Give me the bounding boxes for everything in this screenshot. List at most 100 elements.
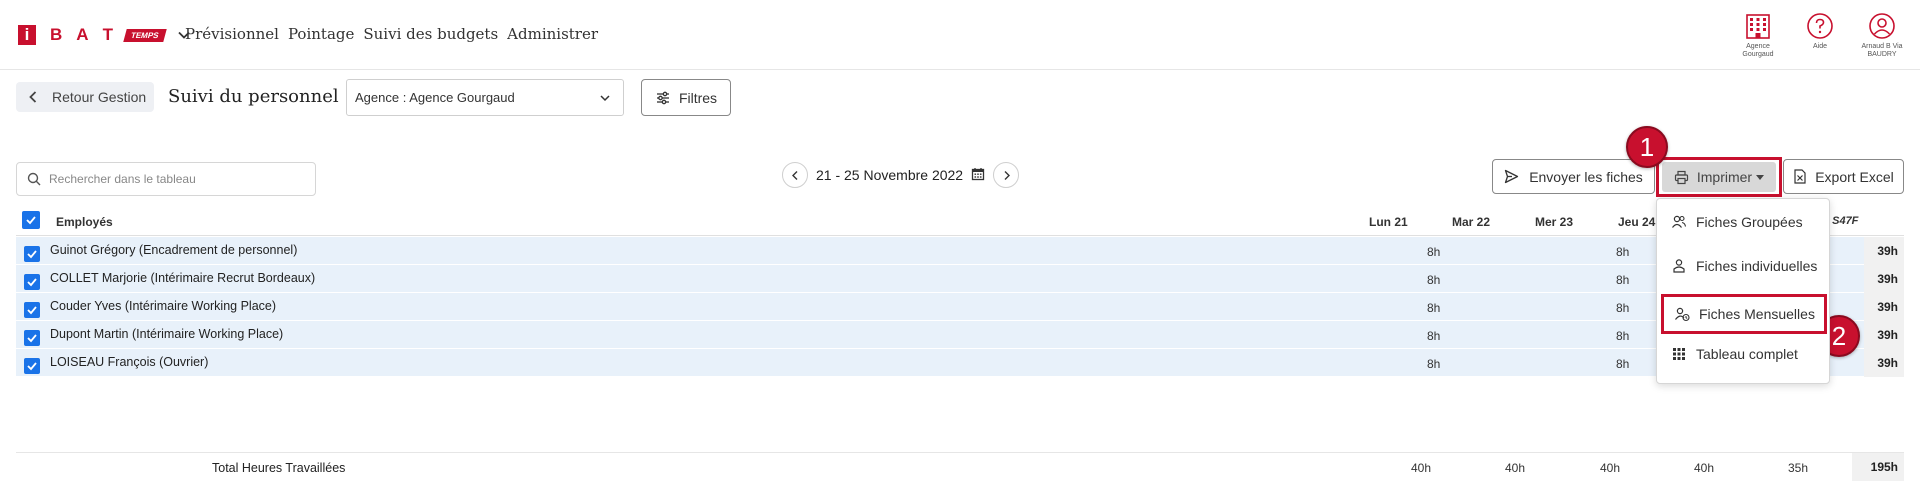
grand-total: 195h [1852,453,1904,481]
nav-suivi-budgets[interactable]: Suivi des budgets [363,25,498,43]
employee-name: Dupont Martin (Intérimaire Working Place… [50,327,284,341]
nav-previsionnel[interactable]: Prévisionnel [185,25,279,43]
step-badge-1: 1 [1626,126,1668,168]
check-icon [27,278,37,287]
user-icon [1869,13,1895,39]
hours-mon: 8h [1427,301,1441,315]
calendar-button[interactable] [971,167,985,184]
hours-mon: 8h [1427,357,1441,371]
prev-week-button[interactable] [782,162,808,188]
total-fri: 35h [1788,461,1809,475]
menu-fiches-groupees[interactable]: Fiches Groupées [1671,214,1803,230]
hours-thu: 8h [1616,273,1630,287]
hours-thu: 8h [1616,357,1630,371]
employee-name: Guinot Grégory (Encadrement de personnel… [50,243,298,257]
col-wed: Mer 23 [1535,215,1574,229]
total-mon: 40h [1411,461,1432,475]
hours-thu: 8h [1616,301,1630,315]
back-label: Retour Gestion [52,89,147,105]
agency-select-value: Agence : Agence Gourgaud [355,90,515,105]
user-clock-icon [1675,307,1690,322]
hours-total: 39h [1877,300,1898,314]
users-icon [1672,215,1687,228]
search-input[interactable] [49,172,289,186]
hours-mon: 8h [1427,273,1441,287]
printer-icon [1674,170,1688,184]
table-search[interactable] [16,162,316,196]
table-row[interactable]: Guinot Grégory (Encadrement de personnel… [16,237,1904,265]
agency-button[interactable]: Agence Gourgaud [1736,12,1780,59]
table-row[interactable]: LOISEAU François (Ouvrier) 8h 8h 39h [16,349,1904,377]
menu-label: Fiches Mensuelles [1699,306,1815,322]
row-checkbox[interactable] [24,274,40,290]
employee-name: Couder Yves (Intérimaire Working Place) [50,299,277,313]
send-icon [1505,169,1519,184]
excel-file-icon [1794,169,1806,184]
total-hours-label: Total Heures Travaillées [212,461,346,475]
nav-pointage[interactable]: Pointage [288,25,354,43]
employee-name: COLLET Marjorie (Intérimaire Recrut Bord… [50,271,316,285]
total-tue: 40h [1505,461,1526,475]
search-icon [27,172,41,186]
grid-icon [1673,348,1685,360]
menu-tableau-complet[interactable]: Tableau complet [1671,346,1798,362]
help-button[interactable]: Aide [1798,12,1842,59]
select-all-checkbox[interactable] [22,211,40,229]
print-button-highlight: Imprimer [1656,157,1782,197]
menu-fiches-mensuelles[interactable]: Fiches Mensuelles [1661,294,1827,334]
table-row[interactable]: Dupont Martin (Intérimaire Working Place… [16,321,1904,349]
menu-label: Fiches Groupées [1696,214,1803,230]
top-icons: Agence Gourgaud Aide Arnaud B Via BAUDRY [1736,12,1904,59]
page-title: Suivi du personnel [168,86,339,107]
row-checkbox[interactable] [24,330,40,346]
date-navigator: 21 - 25 Novembre 2022 [782,162,1020,188]
send-sheets-button[interactable]: Envoyer les fiches [1492,159,1655,194]
table-row[interactable]: COLLET Marjorie (Intérimaire Recrut Bord… [16,265,1904,293]
filters-button[interactable]: Filtres [641,79,731,116]
send-label: Envoyer les fiches [1529,168,1643,185]
back-button[interactable]: Retour Gestion [16,82,154,112]
print-label: Imprimer [1696,169,1753,185]
agency-select[interactable]: Agence : Agence Gourgaud [346,79,624,116]
col-week: . S47F [1826,215,1859,227]
sliders-icon [656,91,669,104]
user-button[interactable]: Arnaud B Via BAUDRY [1860,12,1904,59]
check-icon [27,362,37,371]
print-menu: Fiches Groupées Fiches individuelles Fic… [1656,198,1830,384]
check-icon [26,216,36,225]
chevron-down-icon [600,95,610,102]
logo-letters: B A T [50,25,113,44]
calendar-icon [971,167,985,180]
row-checkbox[interactable] [24,358,40,374]
total-thu: 40h [1694,461,1715,475]
menu-label: Tableau complet [1696,346,1798,362]
row-checkbox[interactable] [24,302,40,318]
filters-label: Filtres [678,89,718,106]
hours-thu: 8h [1616,245,1630,259]
hours-total: 39h [1877,244,1898,258]
hours-total: 39h [1877,356,1898,370]
logo-temps-tag: TEMPS [123,28,167,42]
caret-down-icon [1756,174,1765,180]
table-header: Employés Lun 21 Mar 22 Mer 23 Jeu 24 . S… [16,210,1904,236]
ibat-logo[interactable]: i B A T TEMPS [18,25,191,45]
check-icon [27,306,37,315]
hours-mon: 8h [1427,329,1441,343]
col-mon: Lun 21 [1369,215,1408,229]
menu-fiches-individuelles[interactable]: Fiches individuelles [1671,258,1817,274]
export-excel-button[interactable]: Export Excel [1783,159,1904,194]
hours-total: 39h [1877,272,1898,286]
print-button[interactable]: Imprimer [1662,162,1776,192]
menu-label: Fiches individuelles [1696,258,1818,274]
col-employees[interactable]: Employés [56,215,113,229]
row-checkbox[interactable] [24,246,40,262]
check-icon [27,334,37,343]
building-icon [1746,14,1770,39]
chevron-left-icon [791,170,797,180]
nav-administrer[interactable]: Administrer [507,25,598,43]
table-row[interactable]: Couder Yves (Intérimaire Working Place) … [16,293,1904,321]
next-week-button[interactable] [993,162,1020,188]
agency-label: Agence Gourgaud [1742,43,1774,58]
top-bar: i B A T TEMPS Prévisionnel Pointage Suiv… [0,0,1920,70]
person-icon [1673,259,1685,273]
